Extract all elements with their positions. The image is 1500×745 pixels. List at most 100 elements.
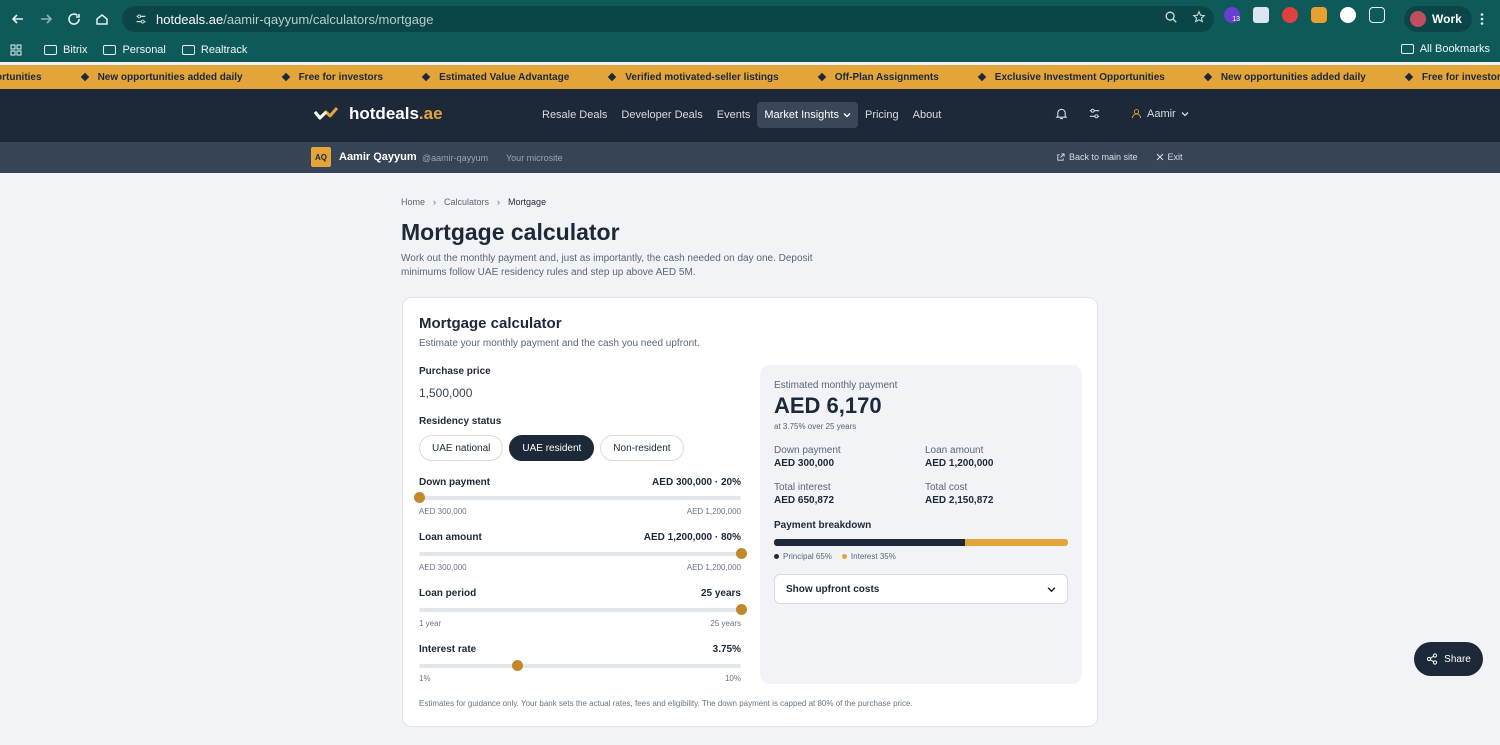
microsite-bar: AQ Aamir Qayyum @aamir-qayyum Your micro… bbox=[0, 142, 1500, 173]
forward-icon[interactable] bbox=[32, 5, 60, 33]
interest-rate-label: Interest rate bbox=[419, 644, 477, 655]
site-logo[interactable]: hotdeals.ae bbox=[313, 104, 443, 124]
slider-thumb[interactable] bbox=[736, 604, 747, 615]
principal-dot-icon bbox=[774, 554, 779, 559]
purchase-price-label: Purchase price bbox=[419, 366, 491, 377]
nav-events[interactable]: Events bbox=[710, 102, 758, 128]
diamond-icon bbox=[1203, 72, 1213, 82]
range-max: 25 years bbox=[710, 619, 741, 628]
chevron-down-icon bbox=[1047, 586, 1056, 592]
bookmark-bitrix[interactable]: Bitrix bbox=[44, 44, 87, 56]
residency-non-resident[interactable]: Non-resident bbox=[600, 435, 684, 461]
profile-button[interactable]: Work bbox=[1404, 6, 1472, 32]
ticker-text: ortunities bbox=[0, 71, 42, 83]
bookmark-star-icon[interactable] bbox=[1192, 10, 1206, 24]
kv-label: Loan amount bbox=[925, 445, 984, 456]
nav-label: Pricing bbox=[864, 109, 899, 121]
folder-icon bbox=[103, 45, 117, 55]
ticker-text: Off-Plan Assignments bbox=[834, 71, 939, 83]
diamond-icon bbox=[421, 72, 431, 82]
ticker-text: New opportunities added daily bbox=[1220, 71, 1366, 83]
residency-label: Residency status bbox=[419, 416, 502, 427]
site-settings-icon[interactable] bbox=[134, 12, 148, 26]
legend-principal: Principal 65% bbox=[774, 552, 832, 561]
announcement-ticker: ortunities New opportunities added daily… bbox=[0, 65, 1500, 89]
calculator-card: Mortgage calculator Estimate your monthl… bbox=[402, 297, 1098, 727]
range-min: AED 300,000 bbox=[419, 507, 467, 516]
legend-interest: Interest 35% bbox=[841, 552, 896, 561]
loan-period-slider[interactable] bbox=[419, 604, 747, 615]
address-bar[interactable]: hotdeals.ae/aamir-qayyum/calculators/mor… bbox=[122, 6, 1214, 32]
reload-icon[interactable] bbox=[60, 5, 88, 33]
back-to-main-link[interactable]: Back to main site bbox=[1056, 152, 1138, 162]
ticker-text: Verified motivated-seller listings bbox=[625, 71, 779, 83]
bell-icon[interactable] bbox=[1055, 107, 1068, 120]
breadcrumb-calculators[interactable]: Calculators bbox=[444, 197, 489, 207]
back-to-main-label: Back to main site bbox=[1069, 152, 1138, 162]
legend-label: Principal 65% bbox=[783, 552, 832, 561]
box-extension-icon[interactable] bbox=[1311, 7, 1327, 23]
down-payment-slider[interactable] bbox=[414, 492, 741, 503]
loan-amount-slider[interactable] bbox=[419, 548, 747, 559]
page-description: Work out the monthly payment and, just a… bbox=[401, 253, 813, 278]
range-min: 1% bbox=[419, 674, 431, 683]
nav-about[interactable]: About bbox=[906, 102, 949, 128]
microsite-handle: @aamir-qayyum bbox=[422, 153, 489, 163]
filters-icon[interactable] bbox=[1088, 107, 1101, 120]
nav-label: Market Insights bbox=[764, 109, 839, 121]
share-button[interactable]: Share bbox=[1414, 642, 1483, 676]
site-header: hotdeals.ae Resale Deals Developer Deals… bbox=[0, 89, 1500, 142]
show-upfront-costs-button[interactable]: Show upfront costs bbox=[774, 574, 1068, 604]
calculator-subtitle: Estimate your monthly payment and the ca… bbox=[419, 338, 700, 349]
extension-badge-icon[interactable]: 13 bbox=[1224, 7, 1240, 23]
ticker-item: Free for investors bbox=[281, 72, 383, 83]
apps-grid-icon[interactable] bbox=[10, 44, 22, 56]
result-total-interest: Total interest AED 650,872 bbox=[774, 482, 834, 506]
diamond-icon bbox=[977, 72, 987, 82]
main-nav: Resale Deals Developer Deals Events Mark… bbox=[535, 102, 948, 128]
interest-rate-slider[interactable] bbox=[419, 660, 741, 671]
all-bookmarks[interactable]: All Bookmarks bbox=[1400, 43, 1490, 55]
user-menu[interactable]: Aamir bbox=[1131, 108, 1189, 120]
down-payment-value: AED 300,000 · 20% bbox=[652, 477, 741, 488]
zoom-icon[interactable] bbox=[1164, 10, 1178, 24]
slider-thumb[interactable] bbox=[736, 548, 747, 559]
kv-label: Down payment bbox=[774, 445, 841, 456]
exit-label: Exit bbox=[1167, 152, 1183, 162]
kv-value: AED 650,872 bbox=[774, 495, 835, 506]
extensions-puzzle-icon[interactable] bbox=[1369, 7, 1385, 23]
loan-amount-range: AED 300,000 AED 1,200,000 bbox=[419, 563, 741, 572]
exit-link[interactable]: Exit bbox=[1156, 152, 1183, 162]
slider-thumb[interactable] bbox=[414, 492, 425, 503]
home-icon[interactable] bbox=[88, 5, 116, 33]
bookmark-personal[interactable]: Personal bbox=[103, 44, 166, 56]
nav-resale-deals[interactable]: Resale Deals bbox=[535, 102, 614, 128]
bookmark-label: Personal bbox=[122, 44, 166, 56]
back-icon[interactable] bbox=[4, 5, 32, 33]
diamond-icon bbox=[1404, 72, 1414, 82]
user-name: Aamir bbox=[1147, 107, 1176, 120]
pokeball-extension-icon[interactable] bbox=[1282, 7, 1298, 23]
ticker-item: Free for investors bbox=[1404, 72, 1500, 83]
result-loan-amount: Loan amount AED 1,200,000 bbox=[925, 445, 993, 469]
interest-rate-range: 1% 10% bbox=[419, 674, 741, 683]
ticker-item: Off-Plan Assignments bbox=[817, 71, 939, 83]
bookmark-label: Bitrix bbox=[63, 44, 88, 56]
nav-pricing[interactable]: Pricing bbox=[858, 102, 906, 128]
nav-label: Developer Deals bbox=[621, 109, 703, 121]
page-title: Mortgage calculator bbox=[401, 219, 620, 245]
loan-period-label: Loan period bbox=[419, 588, 477, 599]
slider-thumb[interactable] bbox=[512, 660, 524, 671]
breadcrumb-home[interactable]: Home bbox=[401, 197, 425, 207]
residency-uae-national[interactable]: UAE national bbox=[419, 435, 504, 461]
browser-menu-icon[interactable] bbox=[1468, 5, 1496, 33]
residency-uae-resident[interactable]: UAE resident bbox=[509, 435, 595, 461]
shield-extension-icon[interactable] bbox=[1253, 7, 1269, 23]
nav-market-insights[interactable]: Market Insights bbox=[757, 102, 858, 128]
ai-extension-icon[interactable] bbox=[1340, 7, 1356, 23]
result-down-payment: Down payment AED 300,000 bbox=[774, 445, 841, 469]
bookmark-realtrack[interactable]: Realtrack bbox=[181, 44, 247, 56]
purchase-price-input[interactable]: 1,500,000 bbox=[419, 386, 472, 400]
nav-developer-deals[interactable]: Developer Deals bbox=[614, 102, 709, 128]
ticker-item: Verified motivated-seller listings bbox=[608, 71, 779, 83]
